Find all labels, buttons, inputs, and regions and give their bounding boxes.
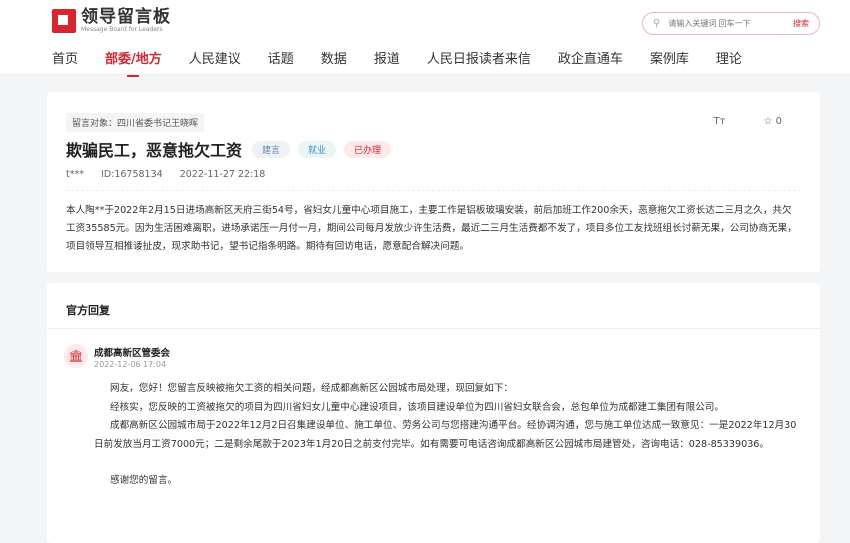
message-id: ID:16758134 (101, 169, 163, 180)
status-badge: 已办理 (344, 140, 392, 158)
main-nav: 首页 部委/地方 人民建议 话题 数据 报道 人民日报读者来信 政企直通车 案例… (52, 48, 769, 77)
tag-employment[interactable]: 就业 (298, 140, 337, 158)
reply-paragraph: 成都高新区公园城市局于2022年12月2日召集建设单位、施工单位、劳务公司与您搭… (94, 420, 797, 450)
reply-paragraph: 网友，您好！您留言反映被拖欠工资的相关问题，经成都高新区公园城市局处理，现回复如… (110, 383, 513, 394)
reply-content: 网友，您好！您留言反映被拖欠工资的相关问题，经成都高新区公园城市局处理，现回复如… (94, 380, 804, 491)
message-card: 留言对象：四川省委书记王晓晖 Tт ☆ 0 欺骗民工，恶意拖欠工资 建言 就业 … (47, 92, 820, 272)
logo-subtitle: Message Board for Leaders (81, 26, 163, 33)
message-content: 本人陶**于2022年2月15日进场高新区天府三街54号，省妇女儿童中心项目施工… (66, 205, 797, 252)
search-icon: ⚲ (653, 18, 661, 29)
search-button[interactable]: 搜索 (793, 18, 809, 29)
message-meta: t*** ID:16758134 2022-11-27 22:18 (66, 169, 279, 180)
favorite-count: 0 (775, 116, 782, 127)
nav-theory[interactable]: 理论 (716, 48, 742, 67)
nav-reports[interactable]: 报道 (374, 48, 400, 67)
font-size-icon[interactable]: Tт (714, 116, 726, 127)
logo-mark-icon (52, 9, 76, 33)
reply-date: 2022-12-06 17:04 (94, 360, 167, 369)
nav-suggestions[interactable]: 人民建议 (189, 48, 241, 67)
reply-paragraph: 感谢您的留言。 (110, 475, 178, 486)
divider (47, 328, 820, 329)
reply-org: 成都高新区管委会 (94, 348, 171, 359)
site-logo[interactable]: 领导留言板 Message Board for Leaders (52, 8, 171, 34)
message-date: 2022-11-27 22:18 (179, 169, 266, 180)
government-building-icon: 🏛 (64, 344, 88, 368)
message-title: 欺骗民工，恶意拖欠工资 (66, 141, 243, 160)
tag-suggestion[interactable]: 建言 (252, 140, 291, 158)
nav-home[interactable]: 首页 (52, 48, 78, 67)
reply-paragraph: 经核实，您反映的工资被拖欠的项目为四川省妇女儿童中心建设项目，该项目建设单位为四… (110, 401, 724, 413)
favorite-button[interactable]: ☆ 0 (763, 116, 782, 127)
nav-ministries-local[interactable]: 部委/地方 (105, 48, 162, 77)
divider (66, 190, 801, 191)
star-icon: ☆ (763, 116, 773, 127)
reply-card: 官方回复 🏛 成都高新区管委会 2022-12-06 17:04 网友，您好！您… (47, 283, 820, 543)
nav-data[interactable]: 数据 (321, 48, 347, 67)
logo-title: 领导留言板 (81, 7, 171, 27)
author: t*** (66, 169, 84, 180)
nav-topics[interactable]: 话题 (268, 48, 294, 67)
section-title: 官方回复 (66, 304, 110, 317)
nav-reader-letters[interactable]: 人民日报读者来信 (427, 48, 531, 67)
nav-cases[interactable]: 案例库 (650, 48, 689, 67)
site-header: 领导留言板 Message Board for Leaders ⚲ 搜索 首页 … (0, 0, 850, 77)
search-input[interactable] (668, 19, 793, 28)
nav-gov-business[interactable]: 政企直通车 (558, 48, 623, 67)
search-box: ⚲ 搜索 (642, 12, 820, 35)
message-target: 留言对象：四川省委书记王晓晖 (66, 113, 205, 132)
